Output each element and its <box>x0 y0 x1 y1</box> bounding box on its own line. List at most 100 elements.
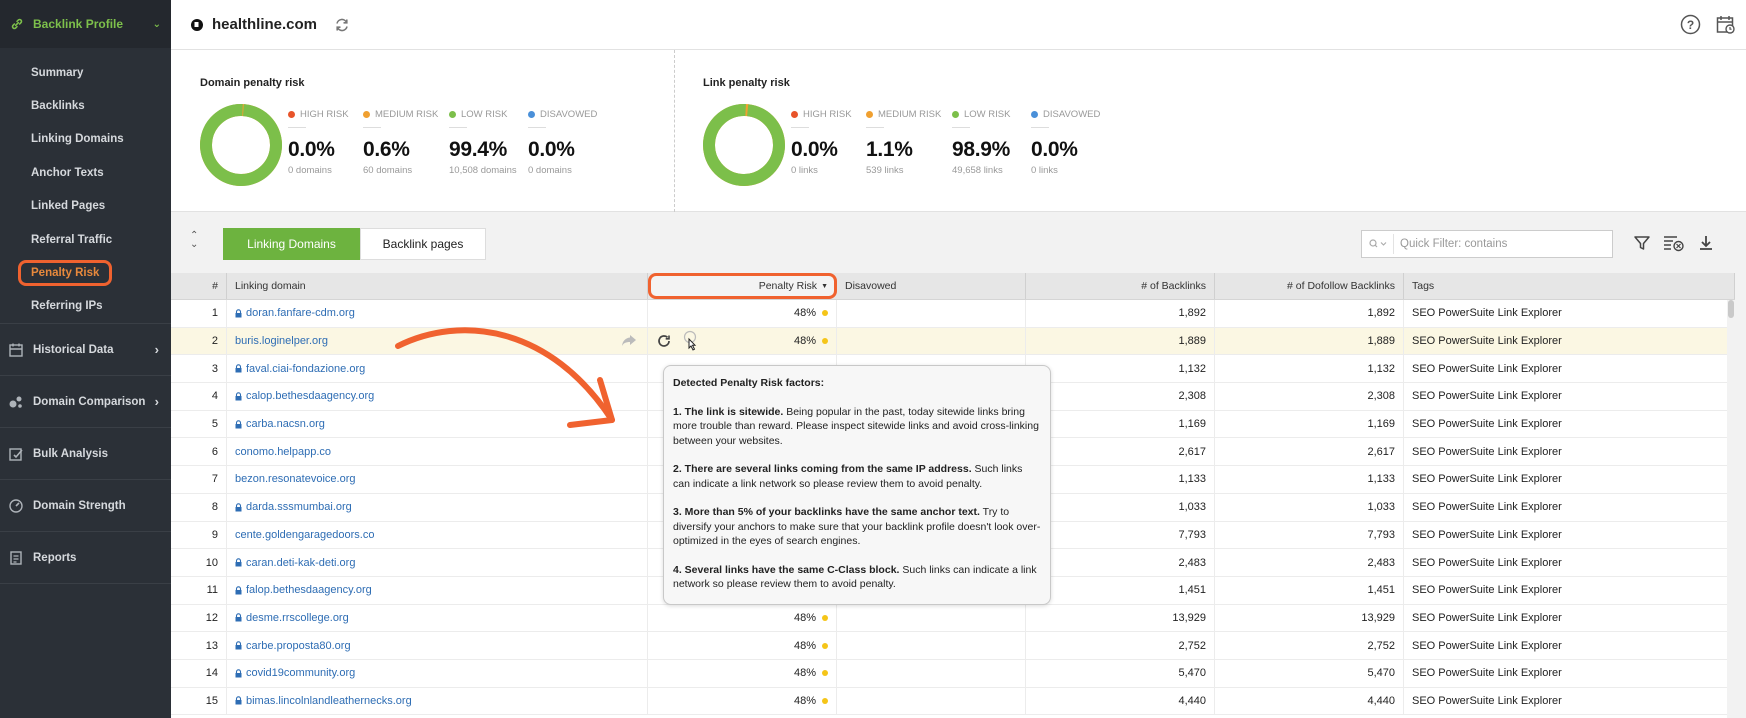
linking-domain-link[interactable]: conomo.helpapp.co <box>235 446 331 458</box>
sidebar-item-referring-ips[interactable]: Referring IPs <box>0 290 171 323</box>
col-linking-domain[interactable]: Linking domain <box>227 273 648 299</box>
backlinks-count: 1,892 <box>1026 300 1215 327</box>
linking-domain-link[interactable]: falop.bethesdaagency.org <box>246 584 372 596</box>
quick-filter <box>1361 230 1613 258</box>
linking-domain-cell: bimas.lincolnlandleathernecks.org <box>227 687 648 715</box>
lock-icon <box>235 502 242 512</box>
metric-count: 10,508 domains <box>449 165 517 176</box>
table-row[interactable]: 12 desme.rrscollege.org 48% 13,929 13,929 SEO… <box>171 604 1735 633</box>
dofollow-backlinks-count: 1,033 <box>1215 493 1404 521</box>
legend-dot <box>363 111 370 118</box>
top-bar: healthline.com ? <box>171 0 1746 50</box>
row-number: 14 <box>171 659 227 687</box>
linking-domain-link[interactable]: desme.rrscollege.org <box>246 612 349 624</box>
schedule-icon[interactable] <box>1715 14 1736 35</box>
info-icon[interactable] <box>682 330 698 352</box>
linking-domain-link[interactable]: carba.nacsn.org <box>246 418 325 430</box>
penalty-risk-value: 48% <box>793 611 816 624</box>
col-disavowed[interactable]: Disavowed <box>837 273 1026 299</box>
backlinks-count: 1,169 <box>1026 410 1215 438</box>
linking-domain-link[interactable]: caran.deti-kak-deti.org <box>246 557 355 569</box>
linking-domain-cell: darda.sssmumbai.org <box>227 493 648 521</box>
sidebar-item-summary[interactable]: Summary <box>0 56 171 89</box>
sidebar-header-backlink-profile[interactable]: Backlink Profile ⌄ <box>0 0 171 48</box>
filter-icon[interactable] <box>1633 234 1651 252</box>
domain-penalty-risk: Domain penalty risk HIGH RISK 0.0% 0 domai… <box>171 50 674 212</box>
col-tags[interactable]: Tags <box>1404 273 1735 299</box>
sidebar-item-penalty-risk[interactable]: Penalty Risk <box>0 256 171 289</box>
sidebar-item-backlinks[interactable]: Backlinks <box>0 89 171 122</box>
penalty-risk-cell: 48% <box>648 327 837 355</box>
table-row[interactable]: 15 bimas.lincolnlandleathernecks.org 48% 4,… <box>171 687 1735 716</box>
download-icon[interactable] <box>1697 234 1715 252</box>
sidebar-item-referral-traffic[interactable]: Referral Traffic <box>0 223 171 256</box>
metric-label: DISAVOWED <box>1031 109 1121 120</box>
col-number[interactable]: # <box>171 273 227 299</box>
disavowed-cell[interactable] <box>837 632 1026 659</box>
quick-filter-input[interactable] <box>1394 238 1604 250</box>
table-row[interactable]: 14 covid19community.org 48% 5,470 5,470 SEO P… <box>171 659 1735 688</box>
metric-label: MEDIUM RISK <box>866 109 956 120</box>
recheck-icon[interactable] <box>656 333 672 349</box>
disavowed-cell[interactable] <box>837 687 1026 715</box>
sidebar-item-label: Linked Pages <box>31 200 106 213</box>
sidebar-header-label: Backlink Profile <box>33 17 124 31</box>
help-icon[interactable]: ? <box>1680 14 1701 35</box>
search-icon[interactable] <box>1362 234 1394 254</box>
metric-label-text: MEDIUM RISK <box>878 109 942 120</box>
metric-count: 0 domains <box>528 165 572 176</box>
row-number: 5 <box>171 410 227 438</box>
sidebar-item-linking-domains[interactable]: Linking Domains <box>0 123 171 156</box>
metric-rule <box>952 127 970 128</box>
dofollow-backlinks-count: 1,169 <box>1215 410 1404 438</box>
sidebar-item-bulk-analysis[interactable]: Bulk Analysis <box>0 428 171 481</box>
sidebar-item-reports[interactable]: Reports <box>0 532 171 585</box>
linking-domain-link[interactable]: bimas.lincolnlandleathernecks.org <box>246 695 412 707</box>
table-row[interactable]: 13 carbe.proposta80.org 48% 2,752 2,752 SEO P… <box>171 632 1735 660</box>
sidebar-item-anchor-texts[interactable]: Anchor Texts <box>0 156 171 189</box>
sidebar-item-domain-comparison[interactable]: Domain Comparison › <box>0 376 171 429</box>
linking-domain-link[interactable]: cente.goldengaragedoors.co <box>235 529 374 541</box>
clear-filters-icon[interactable] <box>1663 234 1685 252</box>
linking-domain-link[interactable]: calop.bethesdaagency.org <box>246 390 374 402</box>
col-backlinks[interactable]: # of Backlinks <box>1026 273 1215 299</box>
scrollbar-thumb[interactable] <box>1728 300 1734 318</box>
disavowed-cell[interactable] <box>837 604 1026 632</box>
linking-domain-link[interactable]: covid19community.org <box>246 667 355 679</box>
col-dofollow-backlinks[interactable]: # of Dofollow Backlinks <box>1215 273 1404 299</box>
dofollow-backlinks-count: 13,929 <box>1215 604 1404 632</box>
tab-linking-domains[interactable]: Linking Domains <box>223 228 360 260</box>
linking-domain-link[interactable]: carbe.proposta80.org <box>246 640 351 652</box>
disavowed-cell[interactable] <box>837 659 1026 687</box>
table-scrollbar[interactable] <box>1727 300 1735 718</box>
penalty-risk-value: 48% <box>793 667 816 680</box>
tag-cell: SEO PowerSuite Link Explorer <box>1404 300 1735 327</box>
collapse-toggle-icon[interactable]: ⌃ ⌄ <box>190 231 198 250</box>
linking-domain-link[interactable]: darda.sssmumbai.org <box>246 501 352 513</box>
linking-domain-link[interactable]: doran.fanfare-cdm.org <box>246 307 355 319</box>
link-risk-donut <box>703 104 785 186</box>
tab-backlink-pages[interactable]: Backlink pages <box>360 228 486 260</box>
sidebar-item-linked-pages[interactable]: Linked Pages <box>0 190 171 223</box>
linking-domain-cell: covid19community.org <box>227 659 648 687</box>
dofollow-backlinks-count: 1,451 <box>1215 576 1404 604</box>
sidebar-item-domain-strength[interactable]: Domain Strength <box>0 480 171 533</box>
disavowed-cell[interactable] <box>837 327 1026 355</box>
metric-count: 49,658 links <box>952 165 1003 176</box>
linking-domain-link[interactable]: buris.loginelper.org <box>235 335 328 347</box>
dofollow-backlinks-count: 2,617 <box>1215 438 1404 466</box>
penalty-factor: 4. Several links have the same C-Class b… <box>673 563 1041 592</box>
backlinks-count: 7,793 <box>1026 521 1215 549</box>
dofollow-backlinks-count: 7,793 <box>1215 521 1404 549</box>
metric-rule <box>363 127 381 128</box>
tag-cell: SEO PowerSuite Link Explorer <box>1404 493 1735 521</box>
metric-value: 0.0% <box>1031 138 1078 161</box>
linking-domain-link[interactable]: faval.ciai-fondazione.org <box>246 363 365 375</box>
linking-domain-link[interactable]: bezon.resonatevoice.org <box>235 473 355 485</box>
disavowed-cell[interactable] <box>837 300 1026 327</box>
risk-level-dot <box>822 670 828 677</box>
backlinks-count: 2,752 <box>1026 632 1215 659</box>
col-penalty-risk[interactable]: Penalty Risk ▼ <box>648 273 837 299</box>
sidebar-item-historical-data[interactable]: Historical Data › <box>0 324 171 377</box>
refresh-icon[interactable] <box>333 16 351 34</box>
